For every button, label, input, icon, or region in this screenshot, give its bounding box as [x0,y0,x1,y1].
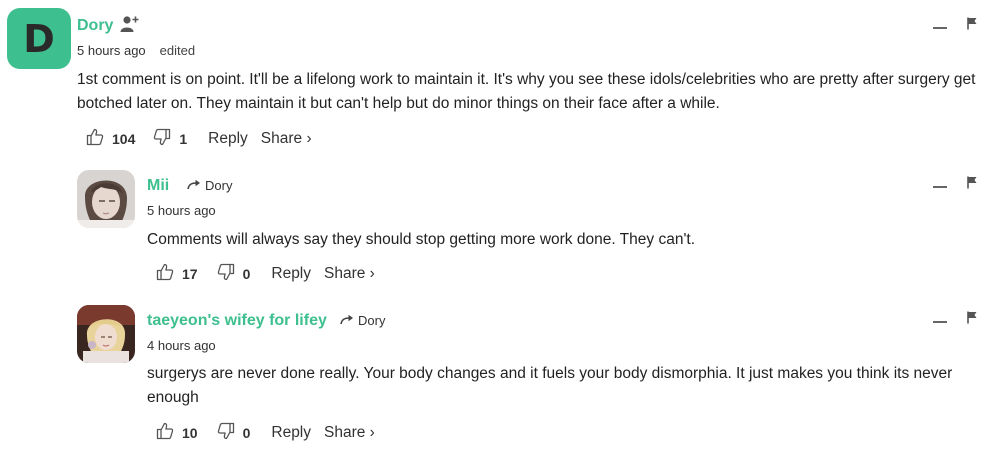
comment-actions: 104 1 Reply Share › [86,128,312,150]
comment-author[interactable]: Mii [147,177,169,195]
reply-button[interactable]: Reply [271,424,311,442]
collapse-button[interactable] [933,27,947,29]
like-button[interactable]: 104 [86,128,135,150]
comment-time: 4 hours ago [147,338,216,353]
comment-author[interactable]: taeyeon's wifey for lifey [147,312,327,330]
dislike-count: 1 [179,131,188,147]
comment-controls [933,311,978,329]
like-count: 10 [182,425,198,441]
dislike-button[interactable]: 1 [153,128,187,150]
share-button[interactable]: Share › [261,130,312,148]
reply-button[interactable]: Reply [208,130,248,148]
like-button[interactable]: 17 [156,263,198,285]
reply-arrow-icon [340,313,354,328]
thumbs-down-icon [217,263,235,285]
comment-meta: 5 hours ago edited [77,43,195,58]
collapse-button[interactable] [933,321,947,323]
comment-text: 1st comment is on point. It'll be a life… [77,71,976,112]
reply-to-name: Dory [205,178,233,193]
like-count: 17 [182,266,198,282]
comment-controls [933,176,978,194]
thumbs-up-icon [156,263,174,285]
comment-time: 5 hours ago [147,203,216,218]
like-button[interactable]: 10 [156,422,198,444]
share-button[interactable]: Share › [324,265,375,283]
dislike-button[interactable]: 0 [217,422,251,444]
avatar[interactable] [77,170,135,228]
comment-actions: 17 0 Reply Share › [156,263,375,285]
comment-text: surgerys are never done really. Your bod… [147,365,953,406]
share-button[interactable]: Share › [324,424,375,442]
reply-to[interactable]: Dory [340,313,385,328]
collapse-button[interactable] [933,186,947,188]
reply-to[interactable]: Dory [187,178,232,193]
flag-icon[interactable] [967,176,978,194]
avatar[interactable]: D [7,8,71,69]
flag-icon[interactable] [967,17,978,35]
comment-text: Comments will always say they should sto… [147,231,696,248]
comment-author[interactable]: Dory [77,17,113,35]
thumbs-up-icon [86,128,104,150]
reply-to-name: Dory [358,313,386,328]
thumbs-down-icon [153,128,171,150]
follow-user-icon[interactable] [120,15,140,38]
flag-icon[interactable] [967,311,978,329]
comment-controls [933,17,978,35]
comment-actions: 10 0 Reply Share › [156,422,375,444]
reply-button[interactable]: Reply [271,265,311,283]
like-count: 104 [112,131,136,147]
dislike-count: 0 [242,425,251,441]
thumbs-up-icon [156,422,174,444]
edited-label: edited [159,43,196,58]
dislike-button[interactable]: 0 [217,263,251,285]
thumbs-down-icon [217,422,235,444]
avatar[interactable] [77,305,135,363]
comment-time: 5 hours ago [77,43,146,58]
reply-arrow-icon [187,178,201,193]
dislike-count: 0 [242,266,251,282]
